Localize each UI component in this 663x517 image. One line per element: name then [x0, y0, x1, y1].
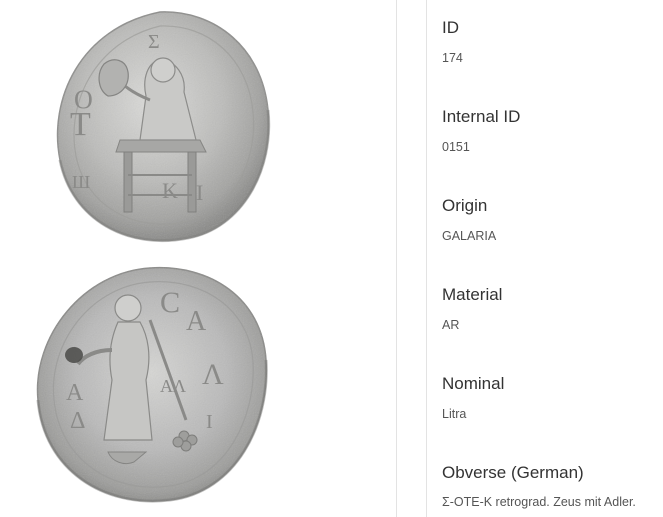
id-value: 174: [442, 51, 463, 65]
id-label: ID: [442, 18, 459, 37]
reverse-legend-glyph: Ϲ: [160, 286, 180, 319]
coin-obverse-image: Τ Ο Ш Κ Ι Σ: [56, 11, 271, 243]
origin-label: Origin: [442, 196, 488, 215]
coin-reverse-image: Ϲ Α Λ ΑΛ Α Δ Ι: [36, 266, 268, 503]
reverse-legend-glyph: Α: [66, 380, 84, 406]
obverse-legend-glyph: Ο: [74, 85, 93, 114]
obverse-legend-glyph: Σ: [148, 31, 160, 53]
reverse-legend-glyph: Α: [186, 306, 207, 337]
coin-images: Τ Ο Ш Κ Ι Σ Ϲ Α Λ ΑΛ Α Δ Ι: [36, 11, 271, 503]
material-value: AR: [442, 318, 460, 332]
obverse-legend-glyph: Κ: [162, 178, 178, 203]
coin-detail-page: Τ Ο Ш Κ Ι Σ Ϲ Α Λ ΑΛ Α Δ Ι ID 174 Intern…: [0, 0, 663, 517]
internal-id-label: Internal ID: [442, 107, 521, 126]
reverse-legend-glyph: ΑΛ: [160, 376, 186, 396]
panel-divider: [396, 0, 397, 517]
obverse-value: Σ-OTE-K retrograd. Zeus mit Adler.: [442, 495, 636, 509]
panel-divider: [426, 0, 427, 517]
nominal-label: Nominal: [442, 374, 505, 393]
material-label: Material: [442, 285, 503, 304]
origin-value: GALARIA: [442, 229, 497, 243]
coin-details: ID 174 Internal ID 0151 Origin GALARIA M…: [442, 0, 663, 517]
reverse-legend-glyph: Δ: [70, 408, 85, 434]
obverse-label: Obverse (German): [442, 463, 584, 482]
nominal-value: Litra: [442, 407, 467, 421]
internal-id-value: 0151: [442, 140, 470, 154]
coin-image-panel: Τ Ο Ш Κ Ι Σ Ϲ Α Λ ΑΛ Α Δ Ι: [0, 0, 396, 517]
obverse-legend-glyph: Ш: [72, 172, 90, 192]
reverse-legend-glyph: Λ: [202, 358, 224, 391]
reverse-legend-glyph: Ι: [206, 411, 213, 433]
obverse-legend-glyph: Ι: [196, 180, 203, 205]
